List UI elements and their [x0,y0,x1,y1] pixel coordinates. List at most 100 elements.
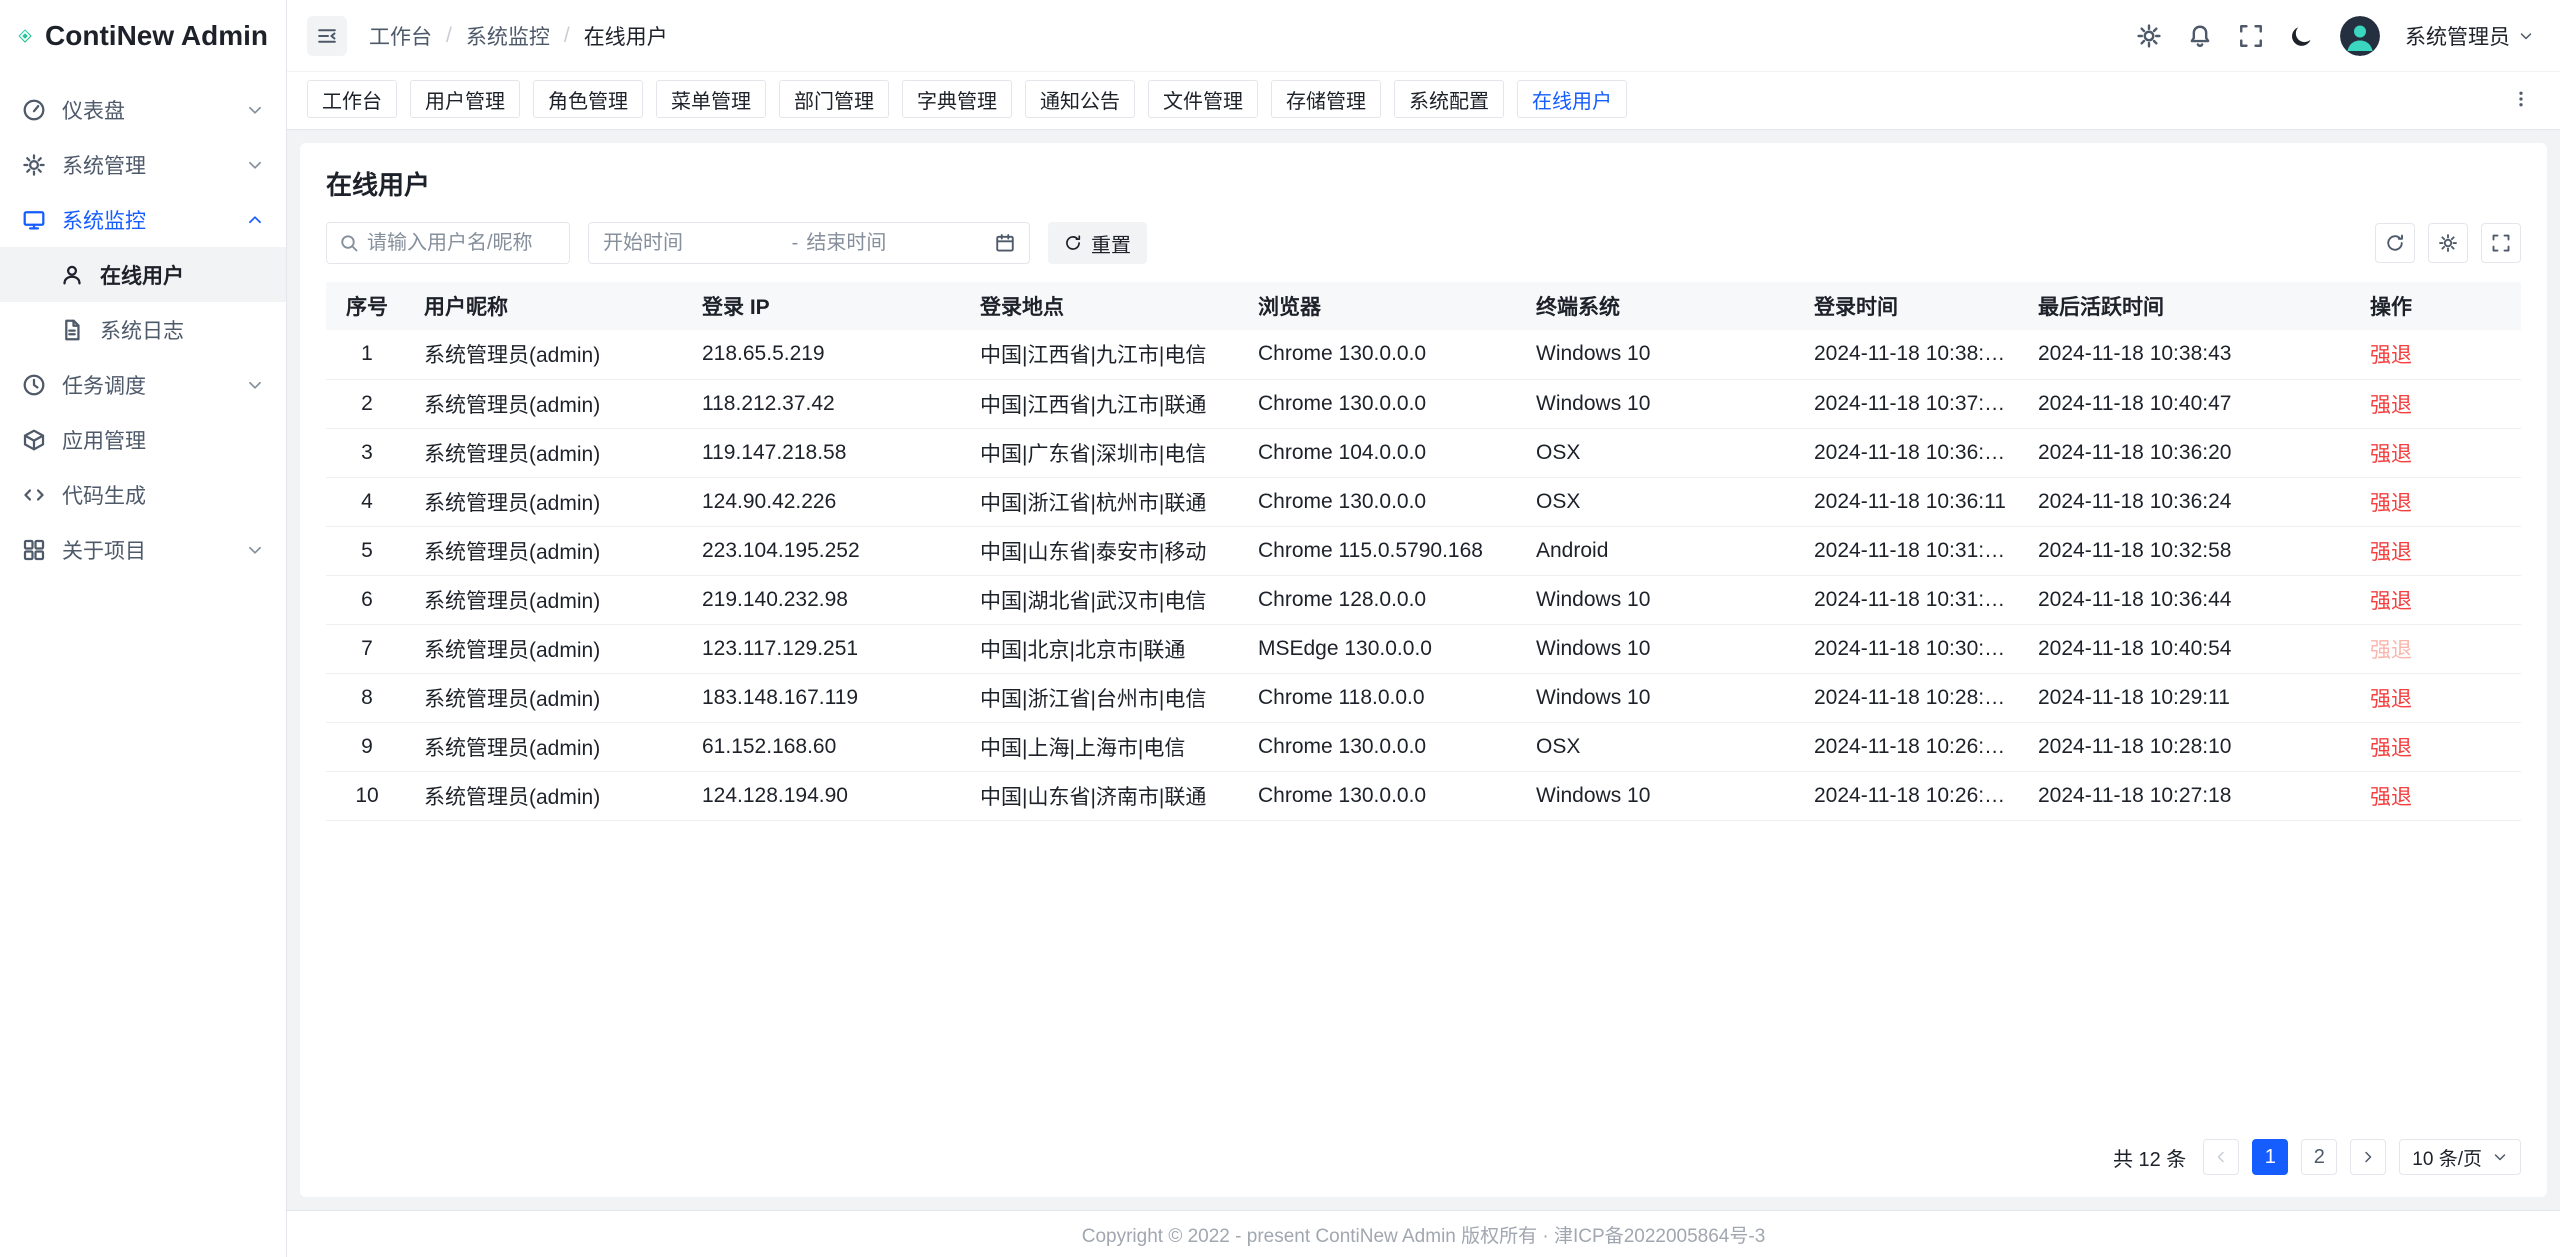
tab-item[interactable]: 菜单管理 [656,80,766,118]
breadcrumb-item[interactable]: 系统监控 [466,21,550,51]
user-menu[interactable]: 系统管理员 [2405,21,2534,51]
cell-nickname: 系统管理员(admin) [408,624,686,673]
cell-index: 8 [326,673,408,722]
tab-item[interactable]: 文件管理 [1148,80,1258,118]
calendar-icon[interactable] [995,233,1015,253]
force-logout-link[interactable]: 强退 [2370,688,2412,711]
fullscreen-icon[interactable] [2238,23,2264,49]
cell-os: OSX [1520,428,1798,477]
force-logout-link[interactable]: 强退 [2370,590,2412,613]
column-header: 最后活跃时间 [2022,282,2354,330]
top-header: 工作台 / 系统监控 / 在线用户 系统管理员 [287,0,2560,72]
cell-login_time: 2024-11-18 10:26:32 [1798,771,2022,820]
cell-os: Windows 10 [1520,575,1798,624]
tab-bar: 工作台用户管理角色管理菜单管理部门管理字典管理通知公告文件管理存储管理系统配置在… [287,72,2560,130]
breadcrumb-item[interactable]: 工作台 [369,21,432,51]
sidebar-item-app-management[interactable]: 应用管理 [0,412,286,467]
prev-page-button[interactable] [2203,1139,2239,1175]
dashboard-icon [22,98,46,122]
main-area: 工作台 / 系统监控 / 在线用户 系统管理员 [287,0,2560,1257]
cell-action: 强退 [2354,526,2521,575]
table-fullscreen-button[interactable] [2481,223,2521,263]
page-title: 在线用户 [326,165,2521,202]
cell-login_time: 2024-11-18 10:26:44 [1798,722,2022,771]
cell-login_time: 2024-11-18 10:31:39 [1798,526,2022,575]
cell-os: Windows 10 [1520,673,1798,722]
page-size-select[interactable]: 10 条/页 [2399,1139,2521,1175]
sidebar-item-online-users[interactable]: 在线用户 [0,247,286,302]
cell-index: 6 [326,575,408,624]
column-settings-button[interactable] [2428,223,2468,263]
avatar[interactable] [2340,16,2380,56]
cell-nickname: 系统管理员(admin) [408,428,686,477]
cell-nickname: 系统管理员(admin) [408,575,686,624]
cell-index: 1 [326,330,408,379]
sidebar-item-code-generation[interactable]: 代码生成 [0,467,286,522]
dark-mode-moon-icon[interactable] [2289,23,2315,49]
refresh-button[interactable] [2375,223,2415,263]
tab-actions-button[interactable] [2502,80,2540,118]
cell-os: Android [1520,526,1798,575]
sidebar-item-about-project[interactable]: 关于项目 [0,522,286,577]
cell-location: 中国|浙江省|台州市|电信 [964,673,1242,722]
tab-item[interactable]: 部门管理 [779,80,889,118]
tab-item[interactable]: 系统配置 [1394,80,1504,118]
column-header: 序号 [326,282,408,330]
chevron-down-icon [246,541,264,559]
force-logout-link[interactable]: 强退 [2370,786,2412,809]
date-end-input[interactable] [806,232,987,255]
force-logout-link[interactable]: 强退 [2370,344,2412,367]
force-logout-link[interactable]: 强退 [2370,394,2412,417]
next-page-button[interactable] [2350,1139,2386,1175]
page-content: 在线用户 - 重置 [287,130,2560,1210]
cell-index: 7 [326,624,408,673]
pagination-total: 共 12 条 [2113,1143,2186,1172]
sidebar-collapse-button[interactable] [307,16,347,56]
sidebar-item-dashboard[interactable]: 仪表盘 [0,82,286,137]
sidebar-item-task-scheduler[interactable]: 任务调度 [0,357,286,412]
tab-item[interactable]: 在线用户 [1517,80,1627,118]
sidebar-item-system-management[interactable]: 系统管理 [0,137,286,192]
tab-item[interactable]: 工作台 [307,80,397,118]
sidebar-item-system-logs[interactable]: 系统日志 [0,302,286,357]
cell-last_active: 2024-11-18 10:40:47 [2022,379,2354,428]
table-row: 7系统管理员(admin)123.117.129.251中国|北京|北京市|联通… [326,624,2521,673]
cell-login_time: 2024-11-18 10:36:11 [1798,477,2022,526]
force-logout-link[interactable]: 强退 [2370,541,2412,564]
page-button[interactable]: 1 [2252,1139,2288,1175]
cell-last_active: 2024-11-18 10:36:44 [2022,575,2354,624]
reset-refresh-icon [1064,234,1082,252]
cell-action: 强退 [2354,575,2521,624]
tab-item[interactable]: 用户管理 [410,80,520,118]
breadcrumb-separator: / [564,24,570,48]
force-logout-link[interactable]: 强退 [2370,737,2412,760]
tab-item[interactable]: 存储管理 [1271,80,1381,118]
tab-item[interactable]: 通知公告 [1025,80,1135,118]
table-row: 2系统管理员(admin)118.212.37.42中国|江西省|九江市|联通C… [326,379,2521,428]
table-row: 4系统管理员(admin)124.90.42.226中国|浙江省|杭州市|联通C… [326,477,2521,526]
cell-browser: Chrome 128.0.0.0 [1242,575,1520,624]
settings-icon[interactable] [2136,23,2162,49]
sidebar-item-label: 仪表盘 [62,95,230,125]
cell-action: 强退 [2354,673,2521,722]
cell-browser: Chrome 130.0.0.0 [1242,771,1520,820]
sidebar-item-system-monitor[interactable]: 系统监控 [0,192,286,247]
app-logo[interactable]: ContiNew Admin [0,0,286,72]
tab-item[interactable]: 字典管理 [902,80,1012,118]
force-logout-link[interactable]: 强退 [2370,492,2412,515]
tab-item[interactable]: 角色管理 [533,80,643,118]
cell-browser: Chrome 130.0.0.0 [1242,722,1520,771]
menu-fold-icon [316,25,338,47]
cell-location: 中国|浙江省|杭州市|联通 [964,477,1242,526]
date-start-input[interactable] [603,232,784,255]
sidebar-item-label: 任务调度 [62,370,230,400]
cell-os: Windows 10 [1520,379,1798,428]
cell-index: 4 [326,477,408,526]
reset-button[interactable]: 重置 [1048,222,1147,264]
table-row: 3系统管理员(admin)119.147.218.58中国|广东省|深圳市|电信… [326,428,2521,477]
search-icon [339,233,359,253]
search-input[interactable] [367,232,557,255]
force-logout-link[interactable]: 强退 [2370,443,2412,466]
notification-bell-icon[interactable] [2187,23,2213,49]
page-button[interactable]: 2 [2301,1139,2337,1175]
